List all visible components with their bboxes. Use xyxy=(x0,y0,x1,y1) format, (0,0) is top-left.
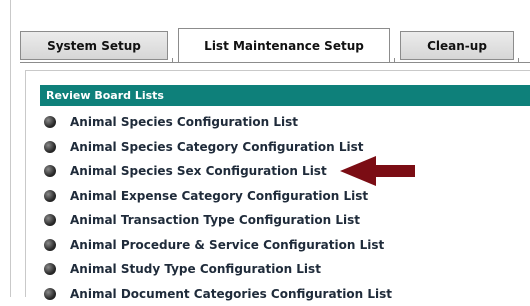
panel-title: Review Board Lists xyxy=(46,89,164,102)
bullet-icon xyxy=(44,141,56,153)
left-divider xyxy=(10,0,11,297)
list-item-label[interactable]: Animal Study Type Configuration List xyxy=(70,262,321,276)
tab-list-maintenance-setup[interactable]: List Maintenance Setup xyxy=(178,28,390,63)
tab-system-setup[interactable]: System Setup xyxy=(20,31,168,60)
list-item-label[interactable]: Animal Species Sex Configuration List xyxy=(70,164,327,178)
list-item-label[interactable]: Animal Species Category Configuration Li… xyxy=(70,140,364,154)
review-board-list: Animal Species Configuration List Animal… xyxy=(44,110,392,306)
list-item-label[interactable]: Animal Document Categories Configuration… xyxy=(70,287,392,301)
tab-label: System Setup xyxy=(47,39,141,53)
bullet-icon xyxy=(44,116,56,128)
list-item[interactable]: Animal Expense Category Configuration Li… xyxy=(44,184,392,209)
bullet-icon xyxy=(44,165,56,177)
bullet-icon xyxy=(44,239,56,251)
list-item-label[interactable]: Animal Procedure & Service Configuration… xyxy=(70,238,384,252)
bullet-icon xyxy=(44,190,56,202)
list-item-label[interactable]: Animal Species Configuration List xyxy=(70,115,298,129)
bullet-icon xyxy=(44,288,56,300)
tab-baseline xyxy=(20,62,530,63)
tab-separator xyxy=(394,58,400,63)
list-item[interactable]: Animal Species Configuration List xyxy=(44,110,392,135)
bullet-icon xyxy=(44,263,56,275)
pointer-arrow-icon xyxy=(340,155,416,187)
tab-label: Clean-up xyxy=(427,39,487,53)
tab-separator xyxy=(172,58,178,63)
tab-separator xyxy=(518,58,524,63)
list-item-label[interactable]: Animal Transaction Type Configuration Li… xyxy=(70,213,360,227)
panel-header: Review Board Lists xyxy=(40,85,530,106)
list-item[interactable]: Animal Transaction Type Configuration Li… xyxy=(44,208,392,233)
tab-label: List Maintenance Setup xyxy=(204,39,364,53)
panel-border xyxy=(25,70,530,71)
list-item[interactable]: Animal Document Categories Configuration… xyxy=(44,282,392,306)
panel-border xyxy=(25,70,26,297)
list-item[interactable]: Animal Procedure & Service Configuration… xyxy=(44,233,392,258)
bullet-icon xyxy=(44,214,56,226)
list-item[interactable]: Animal Study Type Configuration List xyxy=(44,257,392,282)
list-item-label[interactable]: Animal Expense Category Configuration Li… xyxy=(70,189,368,203)
tab-clean-up[interactable]: Clean-up xyxy=(400,31,514,60)
